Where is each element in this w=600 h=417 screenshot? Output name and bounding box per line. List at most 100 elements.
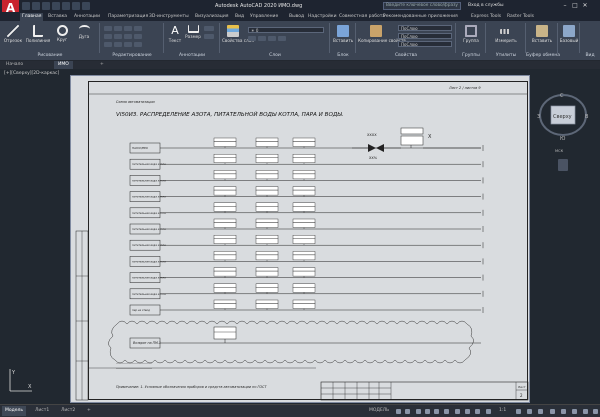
redo-icon[interactable]	[82, 2, 90, 10]
tab-visualize[interactable]: Визуализация	[195, 13, 228, 21]
tab-3d-tools[interactable]: 3D-инструменты	[149, 13, 189, 21]
draw-panel-label[interactable]: Рисование	[0, 52, 100, 60]
polar-icon[interactable]	[425, 409, 430, 414]
viewport-controls[interactable]: [+][Сверху][2D-каркас]	[4, 71, 59, 76]
viewcube[interactable]: Сверху С Ю З В МСК	[533, 83, 597, 173]
explode-icon[interactable]	[134, 34, 142, 39]
tab-drawing[interactable]: ИМО	[54, 61, 73, 69]
tab-model[interactable]: Модель	[2, 406, 27, 416]
copy-icon[interactable]	[104, 34, 112, 39]
viewcube-west[interactable]: З	[537, 114, 540, 120]
clean-screen-icon[interactable]	[583, 409, 588, 414]
new-tab-button[interactable]: +	[96, 61, 108, 69]
annotation-visibility-icon[interactable]	[486, 409, 491, 414]
plus-icon[interactable]	[527, 409, 532, 414]
paste-tool[interactable]: Вставить	[529, 25, 555, 43]
save-as-icon[interactable]	[52, 2, 60, 10]
lineweight-icon[interactable]	[455, 409, 460, 414]
insert-block-tool[interactable]: Вставить	[333, 25, 353, 43]
annotation-scale[interactable]: 1:1	[496, 406, 509, 416]
layer-off-icon[interactable]	[248, 36, 256, 41]
tab-view[interactable]: Вид	[235, 13, 244, 21]
layer-lock-icon[interactable]	[278, 36, 286, 41]
scale-icon[interactable]	[114, 42, 122, 47]
layer-dropdown[interactable]: ☀ 0	[248, 27, 324, 33]
selection-cycling-icon[interactable]	[475, 409, 480, 414]
dimension-tool[interactable]: Размер	[184, 25, 202, 39]
save-icon[interactable]	[42, 2, 50, 10]
grid-icon[interactable]	[396, 409, 401, 414]
tab-start[interactable]: Начало	[2, 61, 27, 69]
search-input[interactable]: Введите ключевое слово/фразу	[383, 2, 461, 10]
arc-tool[interactable]: Дуга	[74, 25, 94, 39]
tab-insert[interactable]: Вставка	[48, 13, 67, 21]
drawing-sheet[interactable]: Лист 2 / листов 9 Схема автоматизации VI…	[70, 75, 530, 403]
viewcube-east[interactable]: В	[585, 114, 589, 120]
viewcube-top-label[interactable]: Сверху	[553, 114, 572, 120]
workspace-icon[interactable]	[538, 409, 543, 414]
view-panel-label[interactable]: Вид	[580, 52, 600, 60]
polyline-tool[interactable]: Полилиния	[25, 25, 51, 43]
tab-raster-tools[interactable]: Raster Tools	[507, 13, 534, 21]
text-tool[interactable]: A Текст	[166, 25, 184, 44]
viewcube-south[interactable]: Ю	[560, 136, 566, 142]
color-dropdown[interactable]: ПоСлою	[398, 25, 452, 31]
groups-panel-label[interactable]: Группы	[456, 52, 486, 60]
wcs-menu[interactable]: МСК	[555, 149, 564, 153]
undo-icon[interactable]	[72, 2, 80, 10]
tab-output[interactable]: Вывод	[289, 13, 304, 21]
tab-express-tools[interactable]: Express Tools	[471, 13, 501, 21]
layer-iso-icon[interactable]	[258, 36, 266, 41]
ortho-icon[interactable]	[416, 409, 421, 414]
tab-layout1[interactable]: Лист1	[32, 406, 52, 416]
measure-tool[interactable]: Измерить	[489, 25, 523, 43]
minimize-icon[interactable]: –	[560, 2, 570, 10]
match-properties-tool[interactable]: Копирование свойств	[358, 25, 406, 43]
transparency-icon[interactable]	[465, 409, 470, 414]
maximize-icon[interactable]: □	[570, 2, 580, 10]
modify-panel-label[interactable]: Редактирование	[100, 52, 164, 60]
snap-icon[interactable]	[405, 409, 410, 414]
new-icon[interactable]	[22, 2, 30, 10]
navbar-icon[interactable]	[558, 159, 568, 171]
isolate-icon[interactable]	[561, 409, 566, 414]
tab-home[interactable]: Главная	[20, 13, 44, 21]
move-icon[interactable]	[104, 26, 112, 31]
stretch-icon[interactable]	[104, 42, 112, 47]
fillet-icon[interactable]	[124, 34, 132, 39]
tab-collaborate[interactable]: Совместная работа	[339, 13, 385, 21]
line-tool[interactable]: Отрезок	[2, 25, 24, 43]
model-space-button[interactable]: МОДЕЛЬ	[366, 406, 392, 416]
properties-panel-label[interactable]: Свойства	[356, 52, 456, 60]
block-panel-label[interactable]: Блок	[330, 52, 356, 60]
units-icon[interactable]	[550, 409, 555, 414]
viewcube-north[interactable]: С	[560, 93, 564, 99]
annotation-panel-label[interactable]: Аннотации	[164, 52, 220, 60]
mirror-icon[interactable]	[114, 34, 122, 39]
base-tool[interactable]: Базовый	[559, 25, 579, 43]
table-icon[interactable]	[204, 34, 214, 39]
signin-button[interactable]: Вход в службы	[468, 3, 504, 8]
hardware-acceleration-icon[interactable]	[572, 409, 577, 414]
tab-addins[interactable]: Надстройки	[308, 13, 337, 21]
tab-annotate[interactable]: Аннотации	[74, 13, 100, 21]
gear-icon[interactable]	[516, 409, 521, 414]
close-icon[interactable]: ✕	[580, 2, 590, 10]
trim-icon[interactable]	[124, 26, 132, 31]
layer-freeze-icon[interactable]	[268, 36, 276, 41]
osnap-icon[interactable]	[434, 409, 439, 414]
circle-tool[interactable]: Круг	[52, 25, 72, 42]
rotate-icon[interactable]	[114, 26, 122, 31]
clipboard-panel-label[interactable]: Буфер обмена	[526, 52, 560, 60]
linetype-dropdown[interactable]: ПоСлою	[398, 41, 452, 47]
tab-parametric[interactable]: Параметризация	[108, 13, 148, 21]
tab-featured-apps[interactable]: Рекомендованные приложения	[383, 13, 458, 21]
add-layout-button[interactable]: +	[84, 406, 94, 416]
erase-icon[interactable]	[134, 26, 142, 31]
layers-panel-label[interactable]: Слои	[220, 52, 330, 60]
tab-manage[interactable]: Управление	[250, 13, 278, 21]
open-icon[interactable]	[32, 2, 40, 10]
otrack-icon[interactable]	[444, 409, 449, 414]
group-tool[interactable]: Группа	[459, 25, 483, 43]
leader-icon[interactable]	[204, 26, 214, 31]
